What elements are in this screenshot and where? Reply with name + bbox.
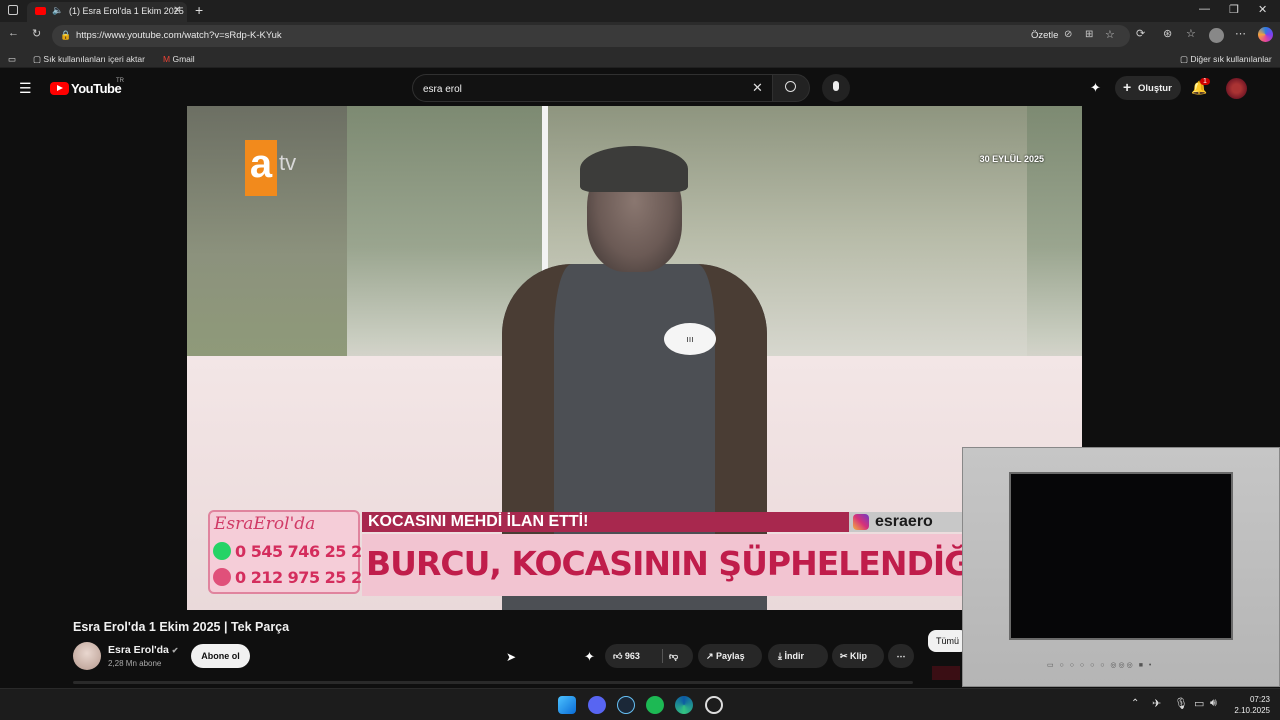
- like-button[interactable]: 👍︎ 963: [613, 644, 640, 668]
- summarize-icon[interactable]: ⊘: [1064, 29, 1072, 40]
- notification-badge: 1: [1200, 78, 1210, 85]
- address-bar[interactable]: 🔒 https://www.youtube.com/watch?v=sRdp-K…: [52, 25, 1130, 47]
- show-logo: EsraErol'da: [214, 514, 316, 534]
- tray-app-icon[interactable]: ✈: [1152, 697, 1161, 710]
- browser-tab-strip: 🔈 (1) Esra Erol'da 1 Ekim 2025 ✕ + — ❐ ✕: [0, 0, 1280, 22]
- divider: [662, 649, 663, 663]
- plus-icon: +: [1123, 79, 1132, 95]
- sidebar-toggle-icon[interactable]: ▭: [8, 54, 16, 65]
- more-actions-button[interactable]: ⋯: [888, 644, 914, 668]
- tray-network-icon[interactable]: ▭: [1194, 697, 1204, 710]
- maximize-button[interactable]: ❐: [1229, 3, 1239, 16]
- back-icon[interactable]: ←: [8, 27, 19, 39]
- tv-controls: ▭ ○ ○ ○ ○ ○ ◎◎◎ ■ •: [1047, 662, 1154, 669]
- like-dislike-group: 👍︎ 963 👎︎: [605, 644, 693, 668]
- account-avatar[interactable]: [1226, 78, 1247, 99]
- tab-audio-icon[interactable]: 🔈: [52, 5, 63, 16]
- reader-icon[interactable]: ⊞: [1085, 29, 1093, 40]
- dislike-button[interactable]: 👎︎: [669, 644, 678, 668]
- video-title: Esra Erol'da 1 Ekim 2025 | Tek Parça: [73, 620, 290, 634]
- phone-whatsapp: 0 545 746 25 25: [213, 542, 373, 561]
- name-tag: ııı: [664, 323, 716, 355]
- tv-screen: [1009, 472, 1233, 640]
- profile-avatar[interactable]: [1209, 28, 1224, 43]
- youtube-favicon-icon: [35, 7, 46, 15]
- up-next-thumb[interactable]: [932, 666, 960, 680]
- tab-close-icon[interactable]: ✕: [173, 5, 181, 16]
- phone-landline: 0 212 975 25 25: [213, 568, 373, 587]
- scissors-icon: ✂: [840, 651, 851, 661]
- headline-top: KOCASINI MEHDİ İLAN ETTİ!: [362, 512, 849, 532]
- create-button[interactable]: + Oluştur: [1115, 76, 1181, 100]
- download-button[interactable]: ⤓ İndir: [768, 644, 828, 668]
- address-url: https://www.youtube.com/watch?v=sRdp-K-K…: [76, 30, 282, 41]
- edge-icon[interactable]: [675, 696, 693, 714]
- instagram-icon: [853, 514, 869, 530]
- tab-title: (1) Esra Erol'da 1 Ekim 2025: [69, 6, 184, 16]
- channel-avatar[interactable]: [73, 642, 101, 670]
- tray-mic-icon[interactable]: 🎙︎: [1174, 697, 1188, 710]
- app-icon[interactable]: [705, 696, 723, 714]
- hamburger-menu-icon[interactable]: ☰: [19, 80, 32, 97]
- share-icon: ↗: [706, 651, 717, 661]
- folder-icon: ▢: [33, 54, 44, 64]
- subscriber-count: 2,28 Mn abone: [108, 659, 162, 668]
- clip-button[interactable]: ✂ Klip: [832, 644, 884, 668]
- favorite-star-icon[interactable]: ☆: [1105, 28, 1115, 41]
- date-overlay: 30 EYLÜL 2025: [979, 154, 1044, 164]
- new-tab-button[interactable]: +: [195, 2, 203, 18]
- thumbs-up-icon: 👍︎: [613, 651, 623, 661]
- bookmark-other[interactable]: ▢ Diğer sık kullanılanlar: [1180, 54, 1272, 65]
- summarize-label[interactable]: Özetle: [1031, 30, 1058, 41]
- verified-icon: ✔: [171, 646, 179, 655]
- whatsapp-icon: [213, 542, 231, 560]
- share-button[interactable]: ↗ Paylaş: [698, 644, 762, 668]
- more-menu-icon[interactable]: ⋯: [1235, 27, 1246, 40]
- cursor-icon: ➤: [506, 650, 517, 664]
- channel-name[interactable]: Esra Erol'da ✔: [108, 644, 178, 656]
- voice-search-button[interactable]: [822, 74, 850, 102]
- video-player[interactable]: ııı a tv 30 EYLÜL 2025 EsraErol'da 0 545…: [187, 106, 1082, 610]
- system-clock[interactable]: 07:23 2.10.2025: [1234, 694, 1270, 716]
- phone-icon: [213, 568, 231, 586]
- spotify-icon[interactable]: [646, 696, 664, 714]
- subscribe-button[interactable]: Abone ol: [191, 644, 250, 668]
- youtube-play-icon: [50, 82, 69, 95]
- discord-icon[interactable]: [588, 696, 606, 714]
- bookmark-gmail[interactable]: M Gmail: [163, 54, 195, 64]
- search-input[interactable]: [423, 81, 743, 97]
- bookmark-import[interactable]: ▢ Sık kullanılanları içeri aktar: [33, 54, 145, 65]
- windows-taskbar: ⌃ ✈ 🎙︎ ▭ 🔊︎ 07:23 2.10.2025: [0, 688, 1280, 720]
- sparkle-icon[interactable]: ✦: [1090, 80, 1101, 96]
- tab-actions-icon[interactable]: [8, 5, 18, 15]
- clear-search-icon[interactable]: ✕: [752, 80, 763, 96]
- favorites-icon[interactable]: ☆: [1186, 27, 1196, 40]
- copilot-icon[interactable]: [1258, 27, 1273, 42]
- bookmarks-bar: ▭ ▢ Sık kullanılanları içeri aktar M Gma…: [0, 50, 1280, 68]
- ask-ai-icon[interactable]: ✦: [584, 649, 595, 665]
- tray-chevron-icon[interactable]: ⌃: [1131, 698, 1139, 709]
- search-box: ✕: [412, 74, 772, 102]
- tray-volume-icon[interactable]: 🔊︎: [1210, 697, 1217, 710]
- start-icon[interactable]: [558, 696, 576, 714]
- search-button[interactable]: [772, 74, 810, 102]
- extensions-icon[interactable]: ⟳: [1136, 27, 1145, 40]
- folder-icon: ▢: [1180, 54, 1191, 64]
- atv-logo: a tv: [245, 140, 305, 196]
- progress-track[interactable]: [73, 681, 913, 684]
- reload-icon[interactable]: ↻: [32, 27, 41, 40]
- search-icon: [785, 81, 796, 92]
- site-info-icon[interactable]: 🔒: [60, 30, 71, 41]
- tv-overlay-window[interactable]: ▭ ○ ○ ○ ○ ○ ◎◎◎ ■ •: [962, 447, 1280, 687]
- show-contact-panel: EsraErol'da 0 545 746 25 25 0 212 975 25…: [208, 510, 373, 594]
- split-screen-icon[interactable]: ⊛: [1163, 27, 1172, 40]
- browser-tab-active[interactable]: 🔈 (1) Esra Erol'da 1 Ekim 2025 ✕: [27, 2, 187, 22]
- steam-icon[interactable]: [617, 696, 635, 714]
- minimize-button[interactable]: —: [1199, 3, 1210, 15]
- microphone-icon: [833, 81, 839, 91]
- close-window-button[interactable]: ✕: [1258, 3, 1267, 16]
- thumbs-down-icon: 👎︎: [669, 651, 679, 661]
- browser-toolbar: ← ↻ 🔒 https://www.youtube.com/watch?v=sR…: [0, 22, 1280, 50]
